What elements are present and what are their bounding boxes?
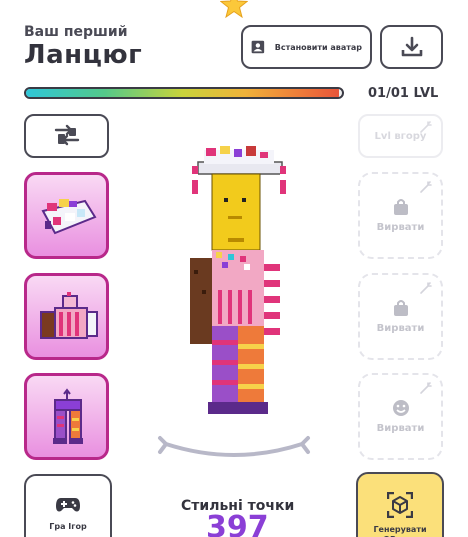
set-avatar-label: Встановити аватар	[274, 42, 362, 52]
level-progress-bar	[24, 87, 344, 99]
level-up-button[interactable]: Lvl вгору	[358, 114, 443, 158]
set-avatar-button[interactable]: Встановити аватар	[241, 25, 372, 69]
avatar-3d-preview[interactable]	[182, 140, 288, 420]
download-button[interactable]	[380, 25, 443, 69]
download-icon	[401, 36, 422, 57]
sparkle-icon	[420, 121, 432, 133]
equipped-item-bottom[interactable]	[24, 373, 109, 460]
generate-qr-button[interactable]: Генерувати QR-код	[356, 472, 444, 537]
generate-qr-label: Генерувати QR-код	[373, 525, 427, 537]
empty-slot-2[interactable]: Вирвати	[358, 273, 443, 360]
face-icon	[392, 400, 409, 416]
page-subtitle: Ваш перший	[24, 24, 128, 40]
star-icon	[220, 0, 248, 18]
bag-icon	[393, 199, 408, 215]
headwear-item-icon	[41, 199, 97, 235]
avatar-frame-icon	[251, 40, 265, 54]
slot-label: Вирвати	[376, 323, 425, 334]
page-title: Ланцюг	[24, 40, 143, 70]
bag-icon	[393, 300, 408, 316]
swap-icon	[54, 124, 79, 146]
sparkle-icon	[420, 181, 432, 193]
qr-cube-icon	[387, 492, 413, 518]
level-progress-fill	[26, 89, 339, 97]
sparkle-icon	[420, 282, 432, 294]
top-item-icon	[40, 292, 98, 339]
swap-outfit-button[interactable]	[24, 114, 109, 158]
style-points-value: 397	[206, 510, 269, 537]
empty-slot-1[interactable]: Вирвати	[358, 172, 443, 259]
equipped-item-top[interactable]	[24, 273, 109, 360]
slot-label: Вирвати	[376, 222, 425, 233]
sparkle-icon	[420, 382, 432, 394]
empty-slot-3[interactable]: Вирвати	[358, 373, 443, 460]
level-text: 01/01 LVL	[368, 86, 439, 101]
slot-label: Вирвати	[376, 423, 425, 434]
bottom-item-icon	[53, 388, 83, 444]
rotate-arrows-icon[interactable]	[156, 432, 312, 464]
game-label: Гра Ігор	[49, 522, 87, 531]
game-button[interactable]: Гра Ігор	[24, 474, 112, 537]
equipped-item-headwear[interactable]	[24, 172, 109, 259]
gamepad-icon	[56, 498, 80, 512]
